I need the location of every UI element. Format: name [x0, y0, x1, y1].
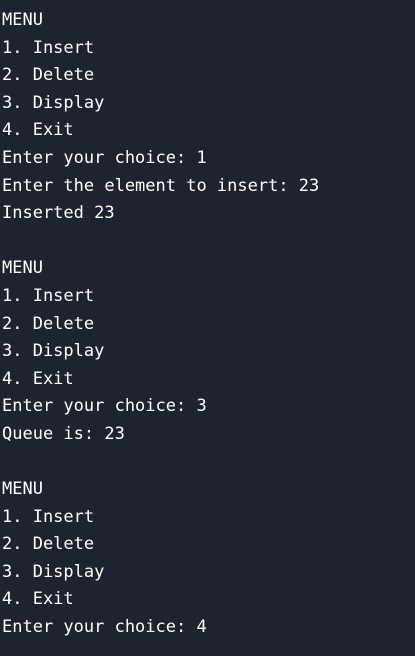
insert-prompt: Enter the element to insert: 23 — [2, 175, 320, 196]
menu-heading: MENU — [2, 258, 43, 279]
menu-option-display: 3. Display — [2, 561, 105, 582]
menu-option-delete: 2. Delete — [2, 534, 95, 555]
menu-heading: MENU — [2, 479, 43, 500]
choice-prompt: Enter your choice: 1 — [2, 147, 207, 168]
menu-option-insert: 1. Insert — [2, 285, 95, 306]
queue-display: Queue is: 23 — [2, 423, 125, 444]
menu-option-exit: 4. Exit — [2, 120, 74, 141]
menu-option-display: 3. Display — [2, 92, 105, 113]
terminal-output: MENU 1. Insert 2. Delete 3. Display 4. E… — [0, 0, 415, 656]
menu-option-delete: 2. Delete — [2, 65, 95, 86]
menu-option-display: 3. Display — [2, 341, 105, 362]
menu-heading: MENU — [2, 10, 43, 30]
menu-option-exit: 4. Exit — [2, 589, 74, 610]
menu-option-exit: 4. Exit — [2, 368, 74, 389]
menu-option-insert: 1. Insert — [2, 506, 95, 527]
choice-prompt: Enter your choice: 4 — [2, 617, 207, 638]
menu-option-delete: 2. Delete — [2, 313, 95, 334]
menu-option-insert: 1. Insert — [2, 37, 95, 58]
insert-result: Inserted 23 — [2, 203, 115, 224]
choice-prompt: Enter your choice: 3 — [2, 396, 207, 417]
